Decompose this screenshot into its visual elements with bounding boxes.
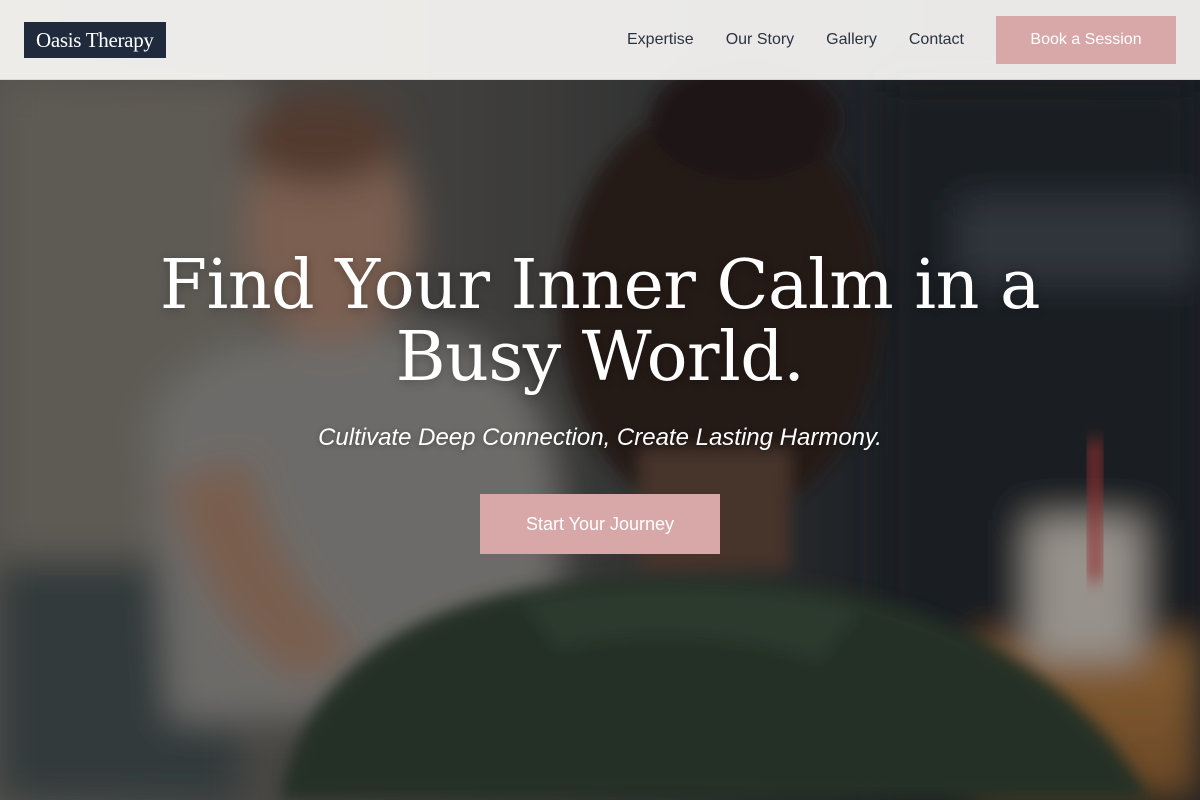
hero-title: Find Your Inner Calm in a Busy World.: [159, 246, 1041, 397]
nav-link-gallery[interactable]: Gallery: [826, 31, 877, 49]
nav-link-our-story[interactable]: Our Story: [726, 31, 794, 49]
start-journey-button[interactable]: Start Your Journey: [480, 494, 720, 554]
main-nav: Expertise Our Story Gallery Contact: [627, 0, 964, 80]
site-header: Oasis Therapy Expertise Our Story Galler…: [0, 0, 1200, 80]
landing-page: Oasis Therapy Expertise Our Story Galler…: [0, 0, 1200, 800]
nav-link-contact[interactable]: Contact: [909, 31, 964, 49]
book-session-button[interactable]: Book a Session: [996, 16, 1176, 64]
nav-link-expertise[interactable]: Expertise: [627, 31, 694, 49]
brand-logo[interactable]: Oasis Therapy: [24, 22, 166, 58]
hero-section: Find Your Inner Calm in a Busy World. Cu…: [0, 250, 1200, 554]
hero-subtitle: Cultivate Deep Connection, Create Lastin…: [318, 424, 882, 451]
